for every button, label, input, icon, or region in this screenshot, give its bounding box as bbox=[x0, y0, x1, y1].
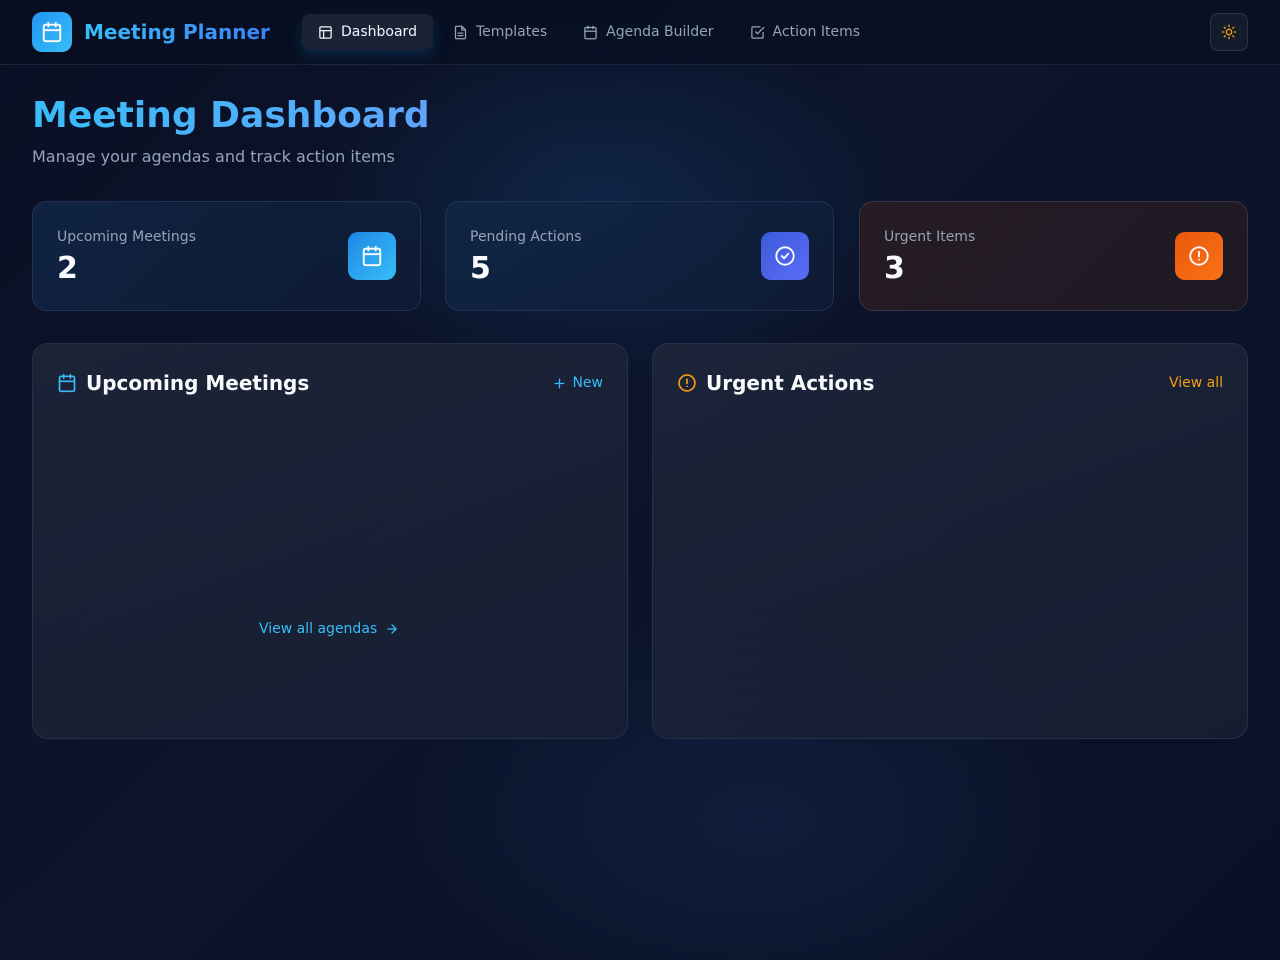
panel-header: Upcoming Meetings bbox=[57, 370, 309, 396]
main-nav: Dashboard Templates Agenda Builder Actio… bbox=[302, 14, 880, 50]
check-circle-icon bbox=[775, 246, 795, 266]
top-navbar: Meeting Planner Dashboard Templates Agen… bbox=[0, 0, 1280, 65]
view-all-urgent-button[interactable]: View all bbox=[1169, 374, 1223, 392]
new-meeting-label: New bbox=[572, 375, 603, 391]
stat-value: 2 bbox=[57, 251, 78, 286]
file-text-icon bbox=[454, 25, 467, 39]
urgent-actions-panel: Urgent Actions View all bbox=[652, 343, 1248, 739]
upcoming-meetings-panel: Upcoming Meetings New View all agendas bbox=[32, 343, 628, 739]
stat-label: Upcoming Meetings bbox=[57, 229, 196, 245]
nav-templates[interactable]: Templates bbox=[437, 14, 563, 50]
stat-value: 5 bbox=[470, 251, 491, 286]
page-subtitle: Manage your agendas and track action ite… bbox=[32, 147, 395, 166]
stat-card-urgent-items[interactable]: Urgent Items 3 bbox=[859, 201, 1248, 311]
panel-header: Urgent Actions bbox=[677, 370, 874, 396]
stat-card-pending-actions[interactable]: Pending Actions 5 bbox=[445, 201, 834, 311]
view-all-agendas-link[interactable]: View all agendas bbox=[259, 620, 399, 638]
check-square-icon bbox=[750, 25, 764, 39]
alert-circle-icon bbox=[678, 374, 696, 392]
alert-circle-icon bbox=[1189, 246, 1209, 266]
calendar-icon bbox=[58, 373, 76, 393]
plus-icon bbox=[554, 378, 565, 388]
nav-agenda-builder-label: Agenda Builder bbox=[606, 24, 714, 40]
arrow-right-icon bbox=[387, 624, 397, 634]
app-title[interactable]: Meeting Planner bbox=[84, 19, 270, 45]
stat-value: 3 bbox=[884, 251, 905, 286]
stat-label: Urgent Items bbox=[884, 229, 976, 245]
nav-dashboard[interactable]: Dashboard bbox=[302, 14, 433, 50]
page-title: Meeting Dashboard bbox=[32, 95, 430, 136]
app-logo[interactable] bbox=[32, 12, 72, 52]
layout-icon bbox=[319, 25, 332, 39]
stat-label: Pending Actions bbox=[470, 229, 582, 245]
nav-agenda-builder[interactable]: Agenda Builder bbox=[567, 14, 729, 50]
nav-dashboard-label: Dashboard bbox=[341, 24, 417, 40]
panel-title: Upcoming Meetings bbox=[86, 371, 310, 395]
calendar-icon bbox=[584, 25, 597, 39]
nav-action-items[interactable]: Action Items bbox=[734, 14, 876, 50]
stat-icon-box bbox=[348, 232, 396, 280]
calendar-icon bbox=[362, 245, 382, 267]
sun-icon bbox=[1221, 24, 1237, 40]
stat-card-upcoming-meetings[interactable]: Upcoming Meetings 2 bbox=[32, 201, 421, 311]
calendar-icon bbox=[42, 21, 62, 43]
theme-toggle-button[interactable] bbox=[1210, 13, 1248, 51]
stat-icon-box bbox=[761, 232, 809, 280]
nav-templates-label: Templates bbox=[475, 24, 548, 40]
view-all-agendas-label: View all agendas bbox=[259, 621, 378, 637]
stat-icon-box bbox=[1175, 232, 1223, 280]
view-all-urgent-label: View all bbox=[1168, 375, 1223, 391]
new-meeting-button[interactable]: New bbox=[553, 374, 603, 392]
panel-title: Urgent Actions bbox=[706, 371, 875, 395]
nav-action-items-label: Action Items bbox=[772, 24, 861, 40]
